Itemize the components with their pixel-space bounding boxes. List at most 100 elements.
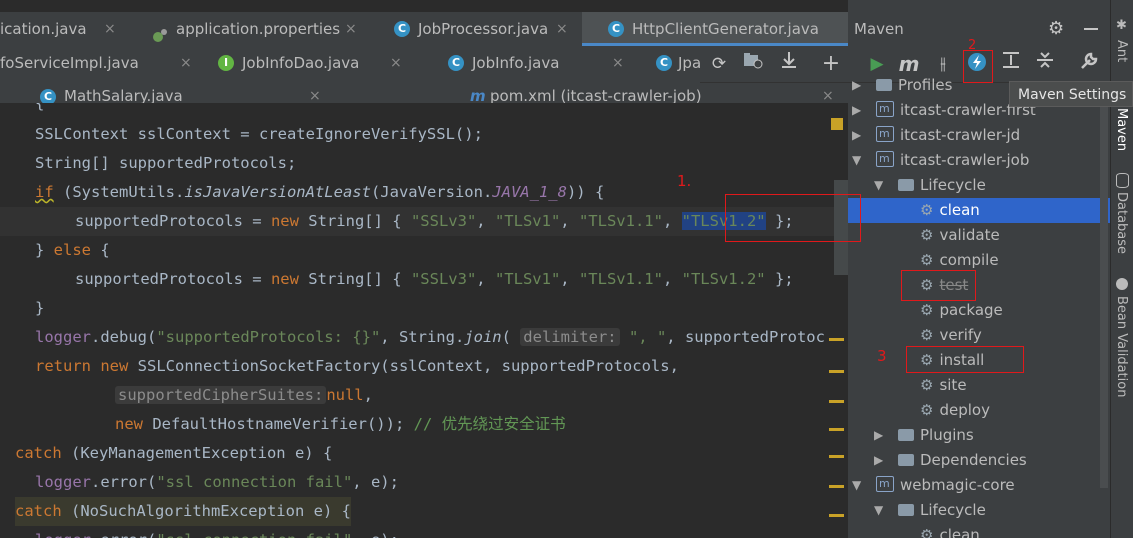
tree-node-test[interactable]: ⚙ test: [848, 273, 1110, 298]
close-icon[interactable]: ×: [104, 12, 116, 46]
tree-node-lifecycle-2[interactable]: ▼ Lifecycle: [848, 498, 1110, 523]
close-icon[interactable]: ×: [612, 46, 624, 80]
gear-icon: ⚙: [920, 201, 934, 219]
minimize-icon[interactable]: [1084, 28, 1098, 30]
folder-icon: [898, 454, 914, 466]
java-class-icon: C: [394, 21, 410, 37]
java-class-icon: C: [608, 21, 624, 37]
java-class-icon: C: [448, 55, 464, 71]
tree-node-dependencies[interactable]: ▶ Dependencies: [848, 448, 1110, 473]
close-icon[interactable]: ×: [390, 46, 402, 80]
tree-node-site[interactable]: ⚙ site: [848, 373, 1110, 398]
tool-window-bean-validation[interactable]: Bean Validation: [1114, 296, 1129, 397]
maven-module-icon: [876, 146, 894, 171]
tree-node-deploy[interactable]: ⚙ deploy: [848, 398, 1110, 423]
marker-stripe[interactable]: [829, 514, 844, 517]
marker-stripe[interactable]: [829, 428, 844, 431]
properties-icon: [152, 21, 168, 42]
tab-application-properties[interactable]: application.properties ×: [140, 12, 365, 46]
gear-icon: ⚙: [920, 251, 934, 269]
tab-jobinfodao[interactable]: I JobInfoDao.java ×: [210, 46, 410, 80]
code-line: SSLContext sslContext = createIgnoreVeri…: [35, 125, 483, 143]
tree-node-verify[interactable]: ⚙ verify: [848, 323, 1110, 348]
code-line: if (SystemUtils.isJavaVersionAtLeast(Jav…: [35, 183, 605, 201]
tree-node-itcast-crawler-job[interactable]: ▼itcast-crawler-job: [848, 146, 1110, 173]
tab-jobprocessor[interactable]: C JobProcessor.java ×: [380, 12, 575, 46]
code-line: catch (KeyManagementException e) {: [15, 444, 333, 462]
show-dependencies-icon[interactable]: [998, 51, 1024, 77]
close-icon[interactable]: ×: [556, 12, 568, 46]
code-line: String[] supportedProtocols;: [35, 154, 297, 172]
param-hint: supportedCipherSuites:: [115, 386, 327, 404]
tree-node-lifecycle[interactable]: ▼ Lifecycle: [848, 173, 1110, 198]
marker-stripe[interactable]: [829, 370, 844, 373]
editor-tabs-row1: ication.java × application.properties × …: [0, 12, 848, 47]
annotation-number-3: 3: [877, 347, 887, 365]
tree-node-clean-2[interactable]: ⚙ clean: [848, 523, 1110, 538]
marker-stripe[interactable]: [829, 485, 844, 488]
tab-httpclientgenerator[interactable]: C HttpClientGenerator.java: [582, 12, 848, 46]
execute-goal-icon[interactable]: m: [896, 51, 922, 77]
folder-icon: [898, 504, 914, 516]
maven-module-icon: [876, 96, 894, 121]
tool-window-database[interactable]: Database: [1114, 192, 1129, 254]
close-icon[interactable]: ×: [345, 12, 357, 46]
code-line-current: supportedProtocols = new String[] { "SSL…: [0, 207, 848, 236]
marker-stripe[interactable]: [829, 400, 844, 403]
maven-title: Maven: [854, 20, 904, 38]
bean-validation-icon: [1116, 278, 1128, 290]
gear-icon: ⚙: [920, 301, 934, 319]
code-line: supportedCipherSuites: null,: [115, 381, 373, 410]
tool-window-ant[interactable]: Ant: [1114, 40, 1129, 62]
collapse-all-icon[interactable]: [1032, 51, 1058, 77]
generate-sources-icon[interactable]: [740, 51, 766, 77]
close-icon[interactable]: ×: [180, 46, 192, 80]
reload-icon[interactable]: ⟳: [706, 51, 732, 77]
code-line: supportedProtocols = new String[] { "SSL…: [75, 270, 794, 288]
code-line: logger.error("ssl connection fail", e);: [35, 473, 399, 491]
gear-icon: ⚙: [920, 526, 934, 538]
tree-node-package[interactable]: ⚙ package: [848, 298, 1110, 323]
code-line: catch (NoSuchAlgorithmException e) {: [15, 497, 351, 526]
tree-node-itcast-crawler-jd[interactable]: ▶itcast-crawler-jd: [848, 121, 1110, 148]
gear-icon: ⚙: [920, 376, 934, 394]
tab-jobinfo[interactable]: C JobInfo.java ×: [440, 46, 640, 80]
download-icon[interactable]: [776, 51, 802, 77]
gear-icon: ⚙: [920, 401, 934, 419]
tab-application-java[interactable]: ication.java ×: [0, 12, 125, 46]
gear-icon[interactable]: ⚙: [1048, 18, 1064, 39]
annotation-box-install: [906, 346, 1024, 373]
tab-jobinfoserviceimpl[interactable]: foServiceImpl.java ×: [0, 46, 200, 80]
add-icon[interactable]: +: [818, 51, 844, 77]
folder-icon: [898, 429, 914, 441]
maven-settings-icon[interactable]: [1076, 51, 1102, 77]
code-line: new DefaultHostnameVerifier()); // 优先绕过安…: [115, 415, 566, 433]
annotation-number-2: 2: [968, 38, 977, 53]
tree-node-webmagic-core[interactable]: ▼webmagic-core: [848, 471, 1110, 498]
tree-node-compile[interactable]: ⚙ compile: [848, 248, 1110, 273]
annotation-box-tls: [725, 194, 861, 242]
code-line: }: [35, 299, 45, 317]
interface-icon: I: [218, 55, 234, 71]
tree-node-plugins[interactable]: ▶ Plugins: [848, 423, 1110, 448]
warning-marker-icon[interactable]: [831, 118, 843, 130]
tree-node-clean[interactable]: ⚙ clean: [848, 198, 1110, 223]
tree-scrollbar[interactable]: [1100, 82, 1108, 488]
run-icon[interactable]: ▶: [864, 51, 890, 77]
marker-stripe[interactable]: [829, 338, 844, 341]
marker-stripe[interactable]: [829, 455, 844, 458]
folder-icon: [898, 179, 914, 191]
tree-node-validate[interactable]: ⚙ validate: [848, 223, 1110, 248]
maven-settings-tooltip: Maven Settings: [1009, 81, 1133, 107]
annotation-box-skip-tests: [963, 50, 993, 83]
annotation-box-test: [901, 270, 976, 301]
code-line: } else {: [35, 241, 110, 259]
gear-icon: ⚙: [920, 226, 934, 244]
maven-tree: ▶Profiles ▶itcast-crawler-first ▶itcast-…: [848, 76, 1110, 538]
code-line: {: [35, 103, 45, 112]
ant-icon: ✱: [1116, 18, 1127, 33]
tool-window-maven[interactable]: Maven: [1114, 108, 1129, 151]
toggle-offline-icon[interactable]: ⫲: [930, 51, 956, 77]
maven-module-icon: [876, 471, 894, 496]
code-editor[interactable]: { SSLContext sslContext = createIgnoreVe…: [0, 103, 848, 538]
